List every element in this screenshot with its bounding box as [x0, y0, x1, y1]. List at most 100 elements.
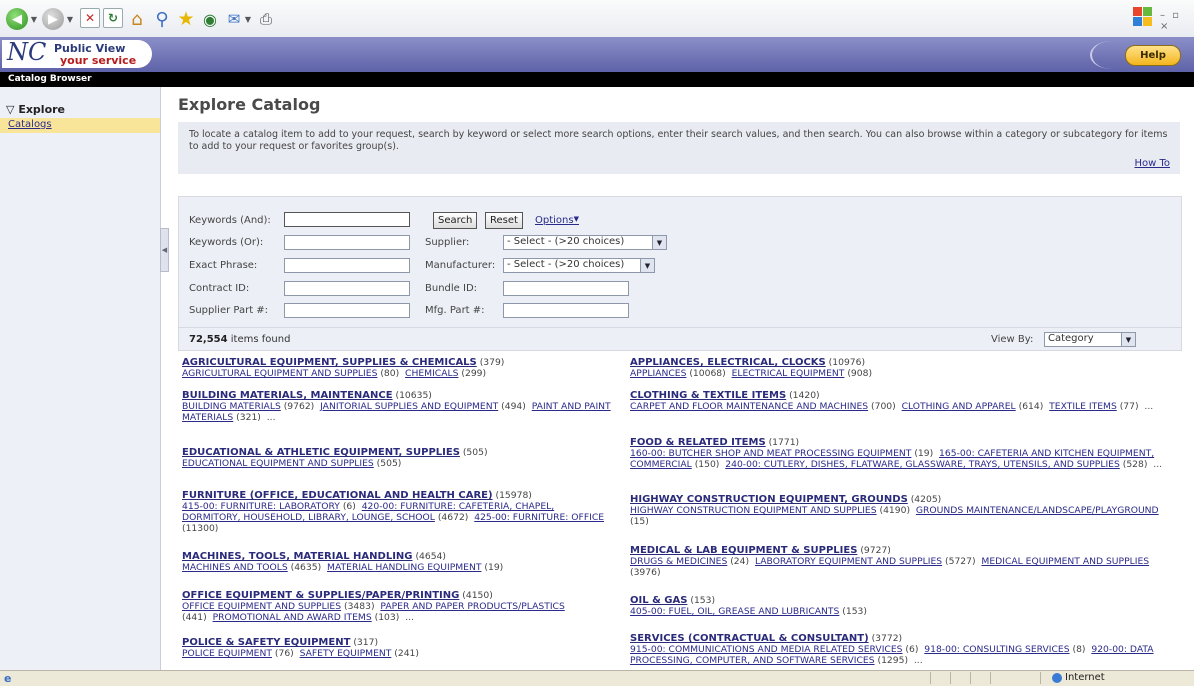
supplier-part-input[interactable] — [284, 303, 410, 318]
subcategory-link[interactable]: POLICE EQUIPMENT — [182, 648, 272, 659]
category-title-link[interactable]: BUILDING MATERIALS, MAINTENANCE — [182, 390, 393, 401]
favorites-icon[interactable]: ★ — [175, 8, 197, 30]
subcategory-link[interactable]: OFFICE EQUIPMENT AND SUPPLIES — [182, 601, 341, 612]
category-title-link[interactable]: APPLIANCES, ELECTRICAL, CLOCKS — [630, 357, 826, 368]
how-to-link[interactable]: How To — [1134, 158, 1170, 169]
subcategory-list: OFFICE EQUIPMENT AND SUPPLIES (3483) PAP… — [182, 601, 612, 623]
back-dropdown-icon[interactable]: ▼ — [30, 8, 38, 30]
category-block: OIL & GAS (153) 405-00: FUEL, OIL, GREASE… — [630, 595, 1175, 617]
subcategory-link[interactable]: EDUCATIONAL EQUIPMENT AND SUPPLIES — [182, 458, 374, 469]
subcategory-link[interactable]: CLOTHING AND APPAREL — [902, 401, 1016, 412]
bundle-id-label: Bundle ID: — [425, 283, 478, 294]
category-title-link[interactable]: HIGHWAY CONSTRUCTION EQUIPMENT, GROUNDS — [630, 494, 908, 505]
subcategory-link[interactable]: 415-00: FURNITURE: LABORATORY — [182, 501, 340, 512]
more-ellipsis[interactable]: ... — [1144, 401, 1153, 412]
keywords-and-input[interactable] — [284, 212, 410, 227]
subcategory-link[interactable]: 915-00: COMMUNICATIONS AND MEDIA RELATED… — [630, 644, 902, 655]
view-by-select[interactable]: Category ▼ — [1044, 332, 1136, 347]
more-ellipsis[interactable]: ... — [914, 655, 923, 666]
subcategory-link[interactable]: LABORATORY EQUIPMENT AND SUPPLIES — [755, 556, 942, 567]
keywords-or-input[interactable] — [284, 235, 410, 250]
subcategory-link[interactable]: ELECTRICAL EQUIPMENT — [732, 368, 845, 379]
category-title-link[interactable]: MACHINES, TOOLS, MATERIAL HANDLING — [182, 551, 413, 562]
category-title-link[interactable]: SERVICES (CONTRACTUAL & CONSULTANT) — [630, 633, 869, 644]
subcategory-link[interactable]: AGRICULTURAL EQUIPMENT AND SUPPLIES — [182, 368, 377, 379]
subcategory-count: (6) — [905, 644, 919, 655]
forward-dropdown-icon[interactable]: ▼ — [66, 8, 74, 30]
category-title-link[interactable]: MEDICAL & LAB EQUIPMENT & SUPPLIES — [630, 545, 857, 556]
more-ellipsis[interactable]: ... — [1153, 459, 1162, 470]
subcategory-link[interactable]: JANITORIAL SUPPLIES AND EQUIPMENT — [320, 401, 498, 412]
search-icon[interactable]: ⚲ — [150, 8, 174, 30]
subcategory-link[interactable]: GROUNDS MAINTENANCE/LANDSCAPE/PLAYGROUND — [916, 505, 1159, 516]
subcategory-link[interactable]: APPLIANCES — [630, 368, 686, 379]
category-title-link[interactable]: POLICE & SAFETY EQUIPMENT — [182, 637, 350, 648]
more-ellipsis[interactable]: ... — [267, 412, 276, 423]
sidebar-item-label[interactable]: Catalogs — [8, 119, 52, 130]
search-button[interactable]: Search — [433, 212, 478, 229]
subcategory-link[interactable]: BUILDING MATERIALS — [182, 401, 281, 412]
subcategory-link[interactable]: 160-00: BUTCHER SHOP AND MEAT PROCESSING… — [630, 448, 911, 459]
category-heading: AGRICULTURAL EQUIPMENT, SUPPLIES & CHEMI… — [182, 357, 612, 368]
history-icon[interactable]: ◉ — [199, 8, 221, 30]
category-title-link[interactable]: FURNITURE (OFFICE, EDUCATIONAL AND HEALT… — [182, 490, 493, 501]
stop-icon[interactable]: ✕ — [80, 8, 100, 28]
subcategory-count: (4635) — [290, 562, 322, 573]
sidebar-section-explore[interactable]: ▽ Explore — [6, 103, 65, 116]
category-heading: OIL & GAS (153) — [630, 595, 1175, 606]
window-controls-icon[interactable]: – ▫ × — [1160, 10, 1194, 32]
logo: NC Public View your service — [2, 38, 152, 68]
subcategory-link[interactable]: 405-00: FUEL, OIL, GREASE AND LUBRICANTS — [630, 606, 839, 617]
category-block: MEDICAL & LAB EQUIPMENT & SUPPLIES (9727… — [630, 545, 1175, 578]
mfg-part-input[interactable] — [503, 303, 629, 318]
exact-phrase-input[interactable] — [284, 258, 410, 273]
mail-icon[interactable]: ✉ — [224, 8, 244, 30]
subcategory-count: (11300) — [182, 523, 219, 534]
subcategory-count: (153) — [842, 606, 867, 617]
forward-icon[interactable]: ▶ — [42, 8, 64, 30]
subcategory-link[interactable]: 425-00: FURNITURE: OFFICE — [474, 512, 604, 523]
subcategory-link[interactable]: 240-00: CUTLERY, DISHES, FLATWARE, GLASS… — [725, 459, 1120, 470]
category-block: SERVICES (CONTRACTUAL & CONSULTANT) (377… — [630, 633, 1175, 666]
sidebar-item-catalogs[interactable]: Catalogs — [0, 118, 160, 133]
subcategory-link[interactable]: MEDICAL EQUIPMENT AND SUPPLIES — [981, 556, 1149, 567]
subcategory-link[interactable]: MACHINES AND TOOLS — [182, 562, 288, 573]
help-button[interactable]: Help — [1125, 45, 1181, 66]
options-link[interactable]: Options▼ — [535, 215, 579, 226]
keywords-and-label: Keywords (And): — [189, 215, 271, 226]
category-title-link[interactable]: EDUCATIONAL & ATHLETIC EQUIPMENT, SUPPLI… — [182, 447, 460, 458]
app-header: NC Public View your service Help — [0, 37, 1194, 72]
subcategory-link[interactable]: CARPET AND FLOOR MAINTENANCE AND MACHINE… — [630, 401, 868, 412]
subcategory-link[interactable]: PAPER AND PAPER PRODUCTS/PLASTICS — [380, 601, 564, 612]
category-title-link[interactable]: AGRICULTURAL EQUIPMENT, SUPPLIES & CHEMI… — [182, 357, 477, 368]
sidebar-collapse-handle[interactable]: ◀ — [160, 228, 169, 272]
manufacturer-select[interactable]: - Select - (>20 choices) ▼ — [503, 258, 655, 273]
home-icon[interactable]: ⌂ — [126, 8, 148, 30]
subcategory-link[interactable]: HIGHWAY CONSTRUCTION EQUIPMENT AND SUPPL… — [630, 505, 877, 516]
category-title-link[interactable]: CLOTHING & TEXTILE ITEMS — [630, 390, 786, 401]
category-title-link[interactable]: FOOD & RELATED ITEMS — [630, 437, 766, 448]
category-title-link[interactable]: OFFICE EQUIPMENT & SUPPLIES/PAPER/PRINTI… — [182, 590, 459, 601]
category-title-link[interactable]: OIL & GAS — [630, 595, 687, 606]
subcategory-link[interactable]: 918-00: CONSULTING SERVICES — [924, 644, 1069, 655]
reset-button[interactable]: Reset — [485, 212, 523, 229]
subcategory-link[interactable]: DRUGS & MEDICINES — [630, 556, 727, 567]
bundle-id-input[interactable] — [503, 281, 629, 296]
subcategory-link[interactable]: CHEMICALS — [405, 368, 458, 379]
contract-id-input[interactable] — [284, 281, 410, 296]
back-icon[interactable]: ◀ — [6, 8, 28, 30]
chevron-down-icon: ▼ — [652, 236, 666, 249]
category-count: (379) — [479, 357, 505, 368]
supplier-select[interactable]: - Select - (>20 choices) ▼ — [503, 235, 667, 250]
mail-dropdown-icon[interactable]: ▼ — [244, 8, 252, 30]
view-by-select-value: Category — [1048, 333, 1094, 344]
subcategory-link[interactable]: PROMOTIONAL AND AWARD ITEMS — [213, 612, 372, 623]
subcategory-count: (4672) — [437, 512, 469, 523]
refresh-icon[interactable]: ↻ — [103, 8, 123, 28]
print-icon[interactable]: ⎙ — [255, 8, 277, 30]
subcategory-link[interactable]: SAFETY EQUIPMENT — [300, 648, 392, 659]
category-heading: POLICE & SAFETY EQUIPMENT (317) — [182, 637, 612, 648]
subcategory-link[interactable]: MATERIAL HANDLING EQUIPMENT — [327, 562, 481, 573]
more-ellipsis[interactable]: ... — [405, 612, 414, 623]
subcategory-link[interactable]: TEXTILE ITEMS — [1049, 401, 1117, 412]
